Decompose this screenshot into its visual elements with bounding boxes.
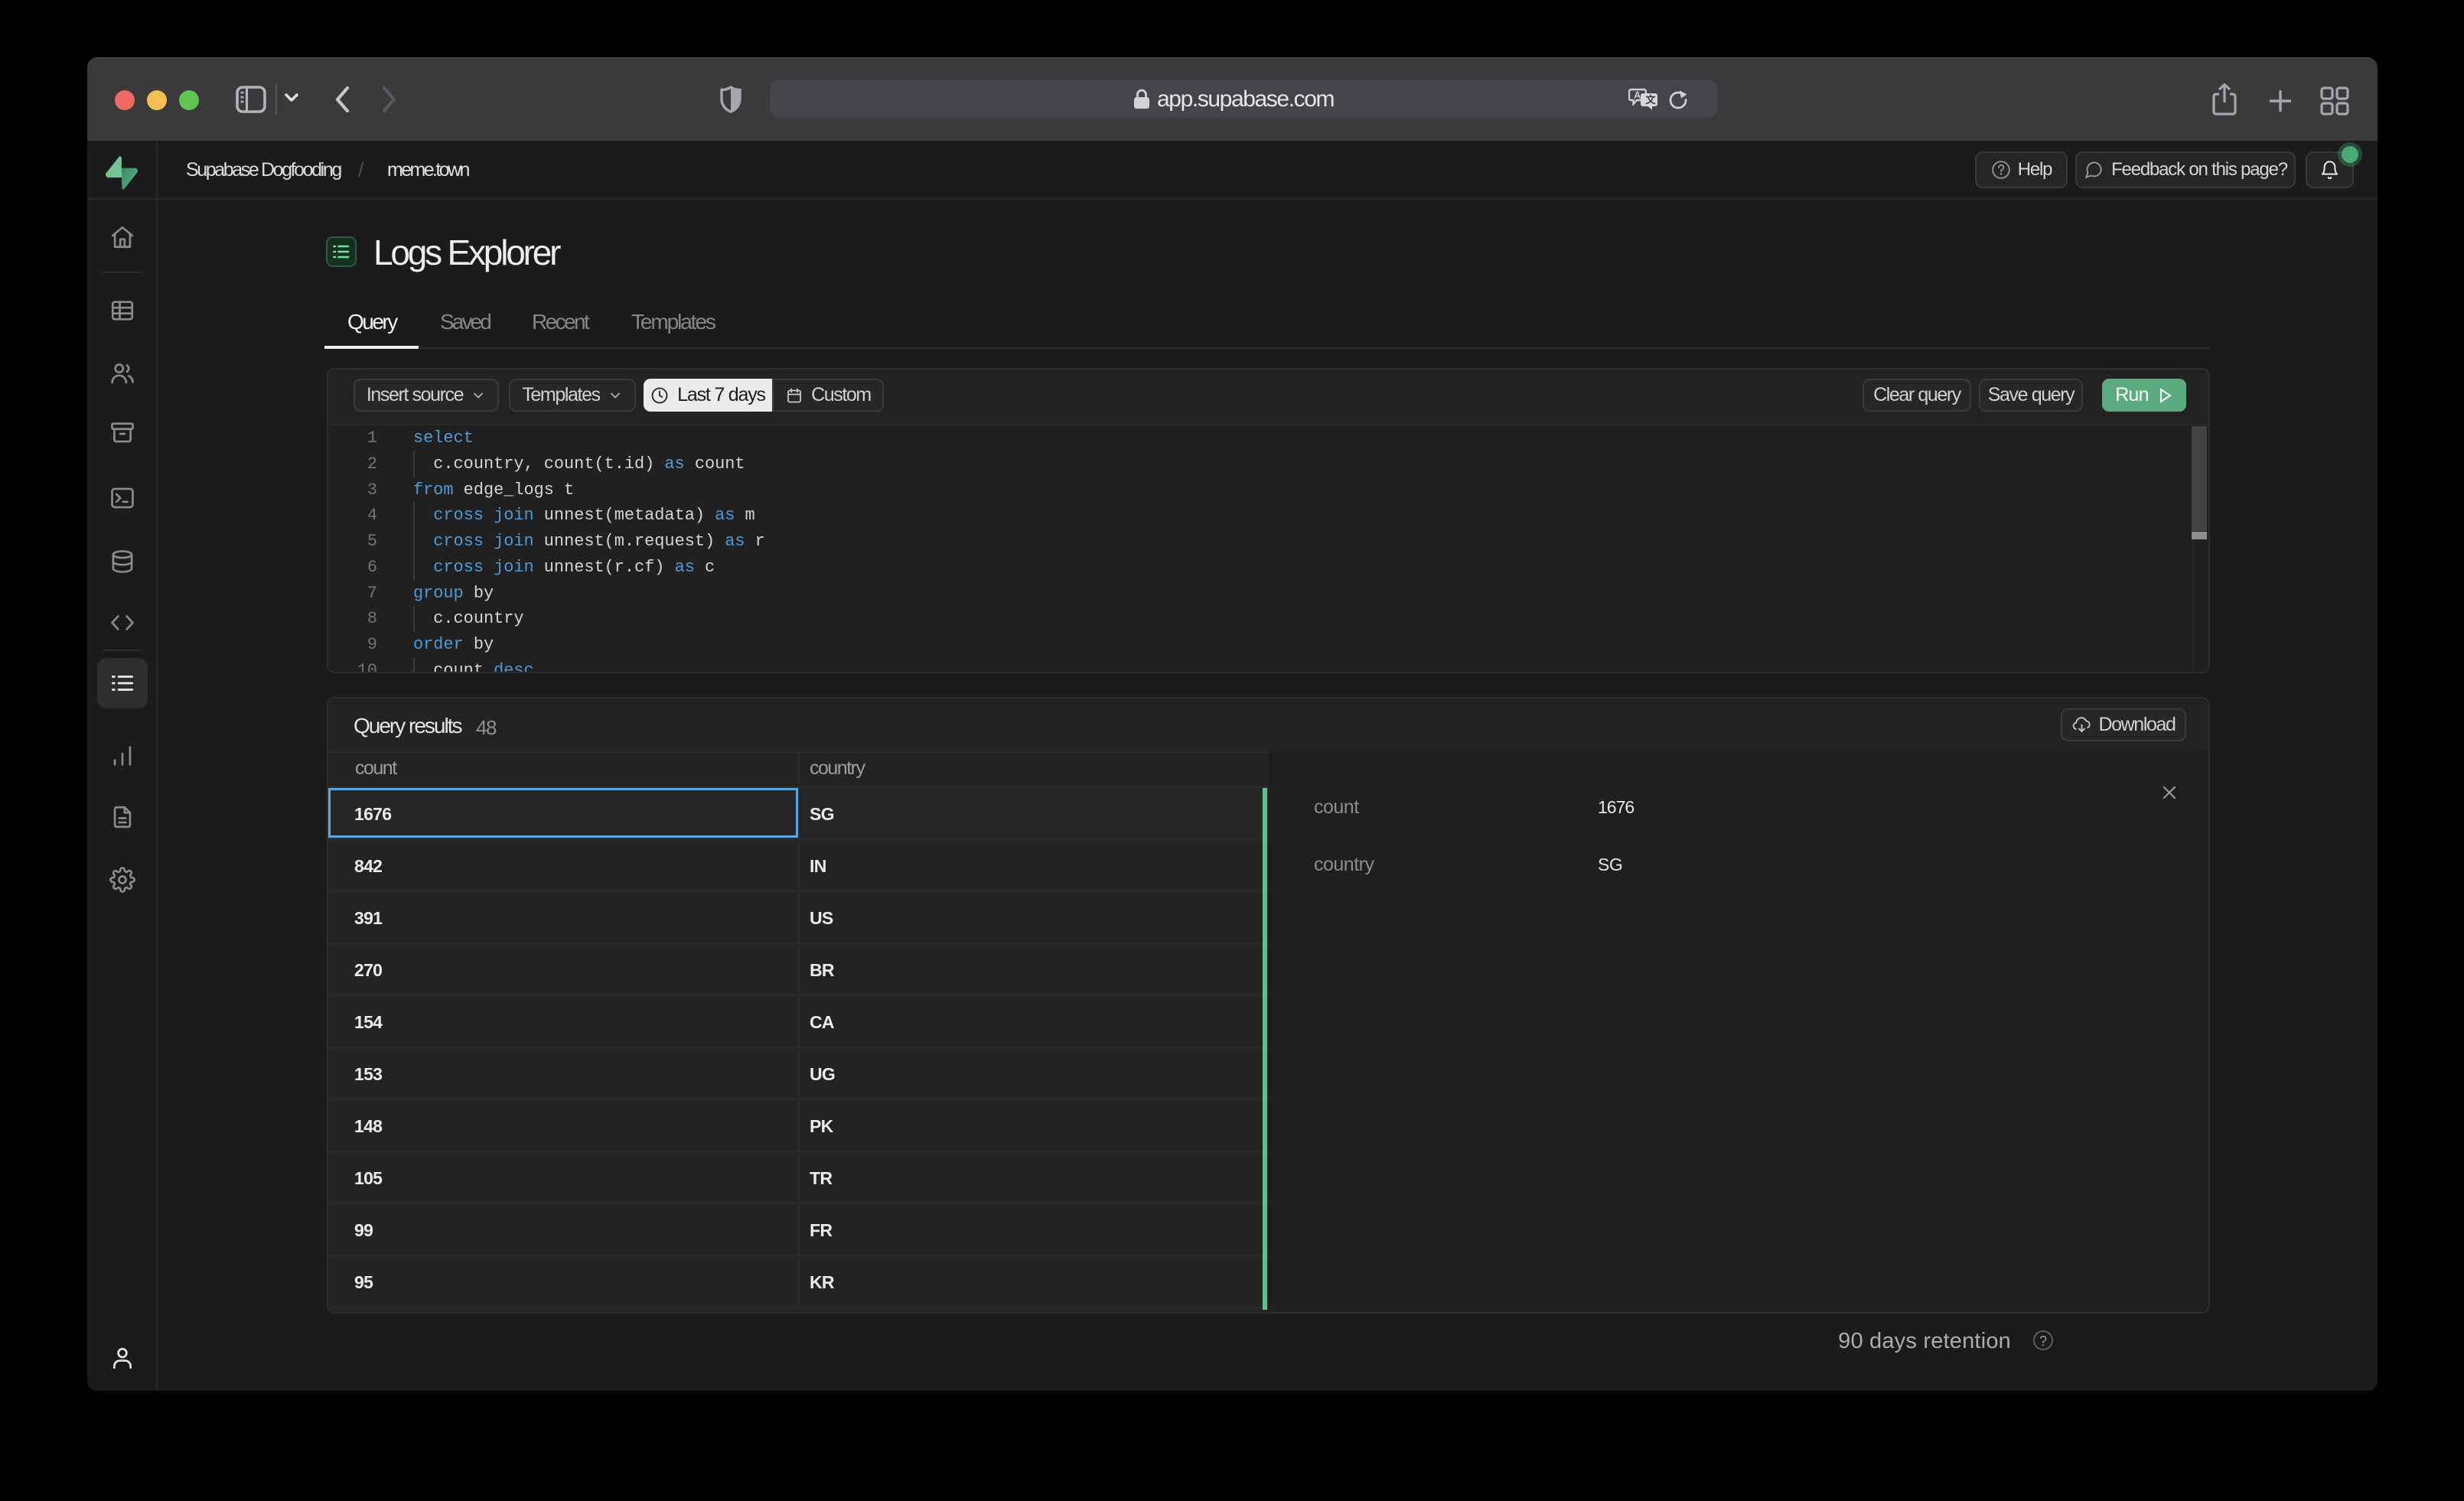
svg-text:文: 文 [1646,94,1657,106]
svg-text:A: A [1634,90,1641,101]
